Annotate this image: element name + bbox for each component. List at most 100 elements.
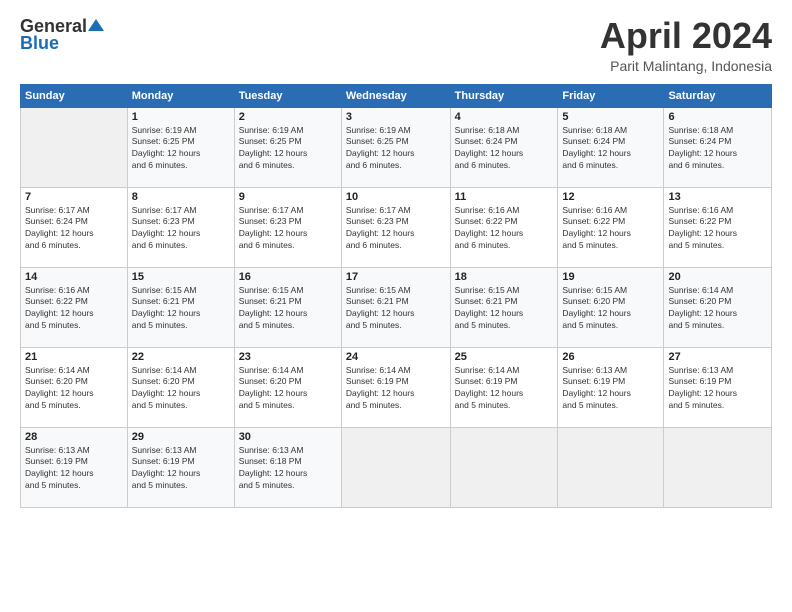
day-info: Sunrise: 6:14 AM Sunset: 6:19 PM Dayligh… xyxy=(346,365,446,413)
day-number: 9 xyxy=(239,191,337,203)
calendar-cell: 22Sunrise: 6:14 AM Sunset: 6:20 PM Dayli… xyxy=(127,347,234,427)
subtitle: Parit Malintang, Indonesia xyxy=(600,58,772,74)
day-info: Sunrise: 6:14 AM Sunset: 6:20 PM Dayligh… xyxy=(132,365,230,413)
day-info: Sunrise: 6:15 AM Sunset: 6:20 PM Dayligh… xyxy=(562,285,659,333)
day-number: 13 xyxy=(668,191,767,203)
col-header-thursday: Thursday xyxy=(450,84,558,107)
day-info: Sunrise: 6:19 AM Sunset: 6:25 PM Dayligh… xyxy=(132,125,230,173)
calendar-cell: 16Sunrise: 6:15 AM Sunset: 6:21 PM Dayli… xyxy=(234,267,341,347)
day-number: 14 xyxy=(25,271,123,283)
calendar-cell: 3 Sunrise: 6:19 AM Sunset: 6:25 PM Daylig… xyxy=(341,107,450,187)
day-info: Sunrise: 6:15 AM Sunset: 6:21 PM Dayligh… xyxy=(132,285,230,333)
calendar-cell: 5 Sunrise: 6:18 AM Sunset: 6:24 PM Daylig… xyxy=(558,107,664,187)
logo-icon xyxy=(88,17,104,33)
day-info: Sunrise: 6:13 AM Sunset: 6:19 PM Dayligh… xyxy=(25,445,123,493)
calendar-cell: 9 Sunrise: 6:17 AM Sunset: 6:23 PM Daylig… xyxy=(234,187,341,267)
calendar-cell xyxy=(664,427,772,507)
logo: General Blue xyxy=(20,16,104,54)
calendar-cell: 8 Sunrise: 6:17 AM Sunset: 6:23 PM Daylig… xyxy=(127,187,234,267)
day-number: 24 xyxy=(346,351,446,363)
calendar-cell xyxy=(341,427,450,507)
calendar-cell xyxy=(558,427,664,507)
calendar-cell: 23 Sunrise: 6:14 AM Sunset: 6:20 PM Dayli… xyxy=(234,347,341,427)
day-number: 10 xyxy=(346,191,446,203)
day-info: Sunrise: 6:14 AM Sunset: 6:19 PM Dayligh… xyxy=(455,365,554,413)
day-number: 21 xyxy=(25,351,123,363)
day-number: 23 xyxy=(239,351,337,363)
main-title: April 2024 xyxy=(600,16,772,56)
calendar-week-3: 21 Sunrise: 6:14 AM Sunset: 6:20 PM Dayli… xyxy=(21,347,772,427)
day-number: 25 xyxy=(455,351,554,363)
calendar-cell: 13 Sunrise: 6:16 AM Sunset: 6:22 PM Dayli… xyxy=(664,187,772,267)
calendar-header-row: SundayMondayTuesdayWednesdayThursdayFrid… xyxy=(21,84,772,107)
day-info: Sunrise: 6:15 AM Sunset: 6:21 PM Dayligh… xyxy=(455,285,554,333)
calendar-cell: 27 Sunrise: 6:13 AM Sunset: 6:19 PM Dayli… xyxy=(664,347,772,427)
day-info: Sunrise: 6:19 AM Sunset: 6:25 PM Dayligh… xyxy=(346,125,446,173)
day-number: 20 xyxy=(668,271,767,283)
day-number: 15 xyxy=(132,271,230,283)
calendar-cell: 19 Sunrise: 6:15 AM Sunset: 6:20 PM Dayli… xyxy=(558,267,664,347)
day-number: 18 xyxy=(455,271,554,283)
day-number: 3 xyxy=(346,111,446,123)
calendar-cell: 21 Sunrise: 6:14 AM Sunset: 6:20 PM Dayli… xyxy=(21,347,128,427)
day-info: Sunrise: 6:14 AM Sunset: 6:20 PM Dayligh… xyxy=(25,365,123,413)
day-info: Sunrise: 6:17 AM Sunset: 6:23 PM Dayligh… xyxy=(239,205,337,253)
col-header-sunday: Sunday xyxy=(21,84,128,107)
day-number: 19 xyxy=(562,271,659,283)
day-info: Sunrise: 6:14 AM Sunset: 6:20 PM Dayligh… xyxy=(668,285,767,333)
calendar-cell: 6 Sunrise: 6:18 AM Sunset: 6:24 PM Daylig… xyxy=(664,107,772,187)
day-number: 12 xyxy=(562,191,659,203)
col-header-monday: Monday xyxy=(127,84,234,107)
day-info: Sunrise: 6:17 AM Sunset: 6:23 PM Dayligh… xyxy=(346,205,446,253)
day-number: 7 xyxy=(25,191,123,203)
day-info: Sunrise: 6:16 AM Sunset: 6:22 PM Dayligh… xyxy=(562,205,659,253)
calendar-cell: 29Sunrise: 6:13 AM Sunset: 6:19 PM Dayli… xyxy=(127,427,234,507)
day-info: Sunrise: 6:16 AM Sunset: 6:22 PM Dayligh… xyxy=(25,285,123,333)
day-number: 4 xyxy=(455,111,554,123)
day-info: Sunrise: 6:14 AM Sunset: 6:20 PM Dayligh… xyxy=(239,365,337,413)
calendar-cell: 1 Sunrise: 6:19 AM Sunset: 6:25 PM Daylig… xyxy=(127,107,234,187)
calendar-cell: 30 Sunrise: 6:13 AM Sunset: 6:18 PM Dayli… xyxy=(234,427,341,507)
col-header-tuesday: Tuesday xyxy=(234,84,341,107)
day-number: 29 xyxy=(132,431,230,443)
calendar-cell: 20 Sunrise: 6:14 AM Sunset: 6:20 PM Dayli… xyxy=(664,267,772,347)
day-number: 8 xyxy=(132,191,230,203)
day-info: Sunrise: 6:13 AM Sunset: 6:19 PM Dayligh… xyxy=(668,365,767,413)
calendar-cell: 4Sunrise: 6:18 AM Sunset: 6:24 PM Daylig… xyxy=(450,107,558,187)
calendar-week-0: 1 Sunrise: 6:19 AM Sunset: 6:25 PM Daylig… xyxy=(21,107,772,187)
calendar-cell: 10 Sunrise: 6:17 AM Sunset: 6:23 PM Dayli… xyxy=(341,187,450,267)
calendar-cell: 2 Sunrise: 6:19 AM Sunset: 6:25 PM Daylig… xyxy=(234,107,341,187)
col-header-saturday: Saturday xyxy=(664,84,772,107)
day-info: Sunrise: 6:18 AM Sunset: 6:24 PM Dayligh… xyxy=(562,125,659,173)
day-number: 1 xyxy=(132,111,230,123)
calendar-cell: 14 Sunrise: 6:16 AM Sunset: 6:22 PM Dayli… xyxy=(21,267,128,347)
day-info: Sunrise: 6:15 AM Sunset: 6:21 PM Dayligh… xyxy=(239,285,337,333)
day-info: Sunrise: 6:15 AM Sunset: 6:21 PM Dayligh… xyxy=(346,285,446,333)
day-info: Sunrise: 6:13 AM Sunset: 6:19 PM Dayligh… xyxy=(562,365,659,413)
calendar-cell: 18 Sunrise: 6:15 AM Sunset: 6:21 PM Dayli… xyxy=(450,267,558,347)
day-info: Sunrise: 6:19 AM Sunset: 6:25 PM Dayligh… xyxy=(239,125,337,173)
col-header-wednesday: Wednesday xyxy=(341,84,450,107)
day-number: 27 xyxy=(668,351,767,363)
calendar-cell: 11Sunrise: 6:16 AM Sunset: 6:22 PM Dayli… xyxy=(450,187,558,267)
day-number: 28 xyxy=(25,431,123,443)
day-number: 11 xyxy=(455,191,554,203)
day-number: 2 xyxy=(239,111,337,123)
calendar-cell: 15 Sunrise: 6:15 AM Sunset: 6:21 PM Dayli… xyxy=(127,267,234,347)
calendar-week-4: 28 Sunrise: 6:13 AM Sunset: 6:19 PM Dayli… xyxy=(21,427,772,507)
day-number: 6 xyxy=(668,111,767,123)
day-info: Sunrise: 6:13 AM Sunset: 6:18 PM Dayligh… xyxy=(239,445,337,493)
day-number: 30 xyxy=(239,431,337,443)
title-area: April 2024 Parit Malintang, Indonesia xyxy=(600,16,772,74)
calendar-cell xyxy=(21,107,128,187)
day-info: Sunrise: 6:16 AM Sunset: 6:22 PM Dayligh… xyxy=(668,205,767,253)
calendar-cell: 28 Sunrise: 6:13 AM Sunset: 6:19 PM Dayli… xyxy=(21,427,128,507)
col-header-friday: Friday xyxy=(558,84,664,107)
calendar-table: SundayMondayTuesdayWednesdayThursdayFrid… xyxy=(20,84,772,508)
calendar-cell: 17Sunrise: 6:15 AM Sunset: 6:21 PM Dayli… xyxy=(341,267,450,347)
day-info: Sunrise: 6:17 AM Sunset: 6:24 PM Dayligh… xyxy=(25,205,123,253)
day-number: 5 xyxy=(562,111,659,123)
calendar-week-2: 14 Sunrise: 6:16 AM Sunset: 6:22 PM Dayli… xyxy=(21,267,772,347)
day-info: Sunrise: 6:17 AM Sunset: 6:23 PM Dayligh… xyxy=(132,205,230,253)
day-info: Sunrise: 6:18 AM Sunset: 6:24 PM Dayligh… xyxy=(668,125,767,173)
